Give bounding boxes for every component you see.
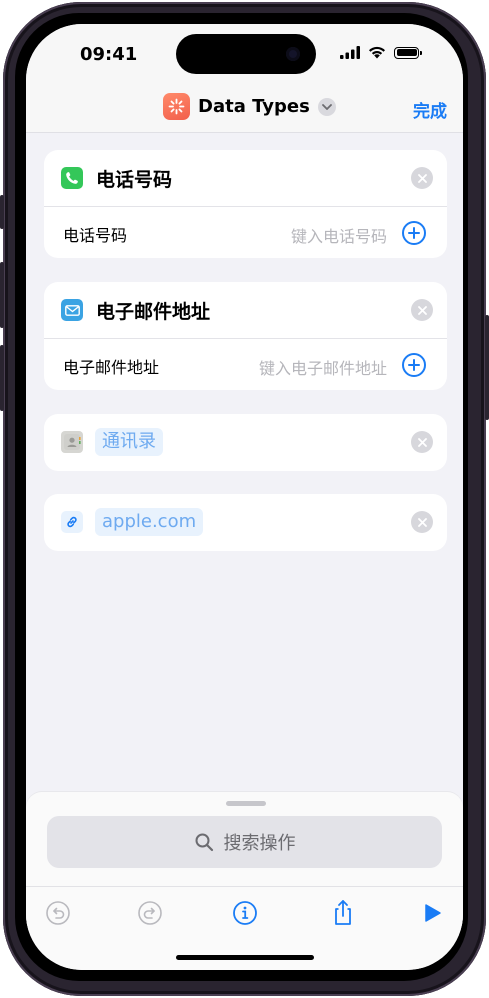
camera-icon bbox=[286, 47, 300, 61]
phone-input-row: 电话号码 键入电话号码 bbox=[44, 207, 447, 259]
close-icon bbox=[417, 305, 427, 315]
remove-action-button[interactable] bbox=[411, 299, 433, 321]
sparkle-icon bbox=[168, 98, 185, 115]
add-email-button[interactable] bbox=[402, 353, 426, 377]
screen: 09:41 Data Types 完成 电话号码 电话号码 键入电话号码 电子邮… bbox=[26, 24, 463, 970]
url-variable-token[interactable]: apple.com bbox=[95, 508, 204, 536]
done-button[interactable]: 完成 bbox=[413, 97, 447, 122]
status-time: 09:41 bbox=[80, 44, 138, 65]
remove-action-button[interactable] bbox=[411, 431, 433, 453]
status-icons bbox=[340, 46, 422, 59]
search-actions-field[interactable]: 搜索操作 bbox=[47, 816, 442, 868]
shortcut-title-menu[interactable]: Data Types bbox=[163, 93, 336, 120]
plus-icon bbox=[408, 227, 420, 239]
search-icon bbox=[195, 833, 213, 852]
remove-action-button[interactable] bbox=[411, 167, 433, 189]
add-phone-button[interactable] bbox=[402, 221, 426, 245]
contacts-card[interactable]: 通讯录 bbox=[44, 414, 447, 471]
shortcut-icon bbox=[163, 93, 190, 120]
undo-icon bbox=[46, 901, 70, 925]
share-icon bbox=[335, 900, 351, 925]
cellular-signal-icon bbox=[340, 46, 360, 59]
action-search-sheet: 搜索操作 bbox=[26, 792, 463, 970]
editor-toolbar bbox=[26, 887, 463, 939]
email-input-row: 电子邮件地址 键入电子邮件地址 bbox=[44, 339, 447, 391]
search-placeholder: 搜索操作 bbox=[223, 833, 296, 854]
status-bar: 09:41 bbox=[26, 24, 463, 84]
home-indicator bbox=[176, 955, 314, 960]
nav-title: Data Types bbox=[198, 96, 310, 117]
card-title: 电子邮件地址 bbox=[96, 301, 211, 323]
nav-bar: Data Types 完成 bbox=[26, 84, 463, 133]
contacts-variable-token[interactable]: 通讯录 bbox=[95, 428, 163, 456]
power-button bbox=[485, 315, 489, 420]
chevron-down-icon bbox=[317, 97, 336, 116]
close-icon bbox=[417, 437, 427, 447]
info-button[interactable] bbox=[231, 899, 259, 927]
info-icon bbox=[233, 901, 257, 925]
sheet-grabber[interactable] bbox=[226, 801, 266, 806]
battery-icon bbox=[394, 46, 422, 59]
card-header: 电子邮件地址 bbox=[44, 282, 447, 338]
action-button bbox=[0, 195, 4, 229]
play-icon bbox=[425, 904, 441, 922]
card-title: 电话号码 bbox=[96, 169, 173, 191]
phone-icon bbox=[61, 167, 83, 189]
volume-down-button bbox=[0, 345, 4, 411]
close-icon bbox=[417, 173, 427, 183]
field-label: 电子邮件地址 bbox=[63, 358, 160, 377]
email-address-card: 电子邮件地址 电子邮件地址 键入电子邮件地址 bbox=[44, 282, 447, 390]
undo-button[interactable] bbox=[44, 899, 72, 927]
dynamic-island bbox=[176, 34, 316, 74]
share-button[interactable] bbox=[329, 899, 357, 927]
redo-button[interactable] bbox=[136, 899, 164, 927]
volume-up-button bbox=[0, 262, 4, 328]
run-button[interactable] bbox=[418, 899, 446, 927]
redo-icon bbox=[138, 901, 162, 925]
phone-input[interactable]: 键入电话号码 bbox=[291, 223, 387, 247]
url-card[interactable]: apple.com bbox=[44, 494, 447, 551]
field-label: 电话号码 bbox=[63, 226, 128, 245]
email-input[interactable]: 键入电子邮件地址 bbox=[259, 355, 387, 379]
wifi-icon bbox=[369, 46, 385, 59]
plus-icon bbox=[408, 359, 420, 371]
contacts-icon bbox=[61, 431, 83, 453]
remove-action-button[interactable] bbox=[411, 511, 433, 533]
card-header: 电话号码 bbox=[44, 150, 447, 206]
link-icon bbox=[61, 511, 83, 533]
mail-icon bbox=[61, 299, 83, 321]
close-icon bbox=[417, 517, 427, 527]
phone-number-card: 电话号码 电话号码 键入电话号码 bbox=[44, 150, 447, 258]
